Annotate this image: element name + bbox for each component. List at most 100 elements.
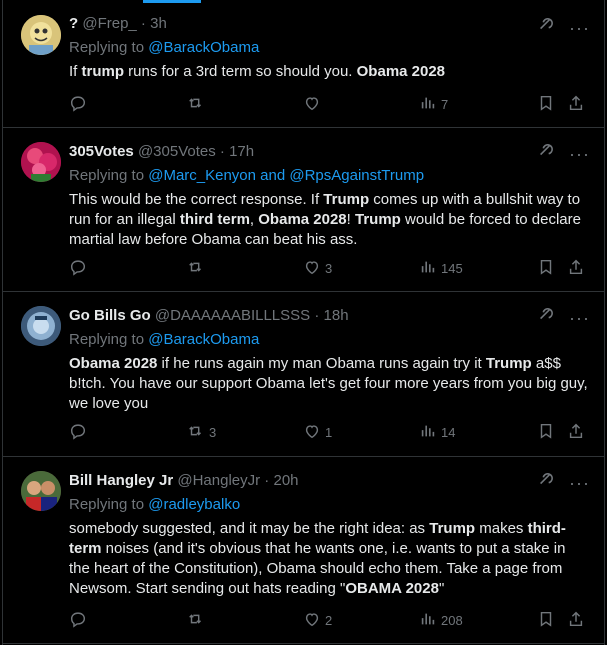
highlighted-keyword: trump — [81, 63, 125, 80]
more-icon[interactable]: ··· — [569, 19, 590, 37]
replying-to: Replying to @Marc_Kenyon and @RpsAgainst… — [69, 166, 590, 186]
views-button[interactable]: 208 — [419, 610, 463, 631]
replying-label: Replying to — [69, 496, 149, 513]
handle[interactable]: @305Votes — [138, 143, 216, 160]
bookmark-icon — [537, 610, 555, 631]
highlighted-keyword: Obama 2028 — [258, 211, 347, 228]
reply-button[interactable] — [69, 610, 91, 631]
text-run: noises (and it's obvious that he wants o… — [69, 540, 566, 597]
reply-button[interactable] — [69, 422, 91, 443]
views-button[interactable]: 145 — [419, 258, 463, 279]
retweet-icon — [187, 258, 205, 279]
like-button[interactable]: 1 — [303, 422, 332, 443]
bookmark-icon — [537, 94, 555, 115]
timestamp[interactable]: 18h — [324, 307, 349, 324]
retweet-icon — [187, 422, 205, 443]
views-count: 7 — [441, 97, 449, 112]
text-run: " — [438, 580, 445, 597]
replying-mention[interactable]: @Marc_Kenyon and @RpsAgainstTrump — [148, 167, 424, 184]
retweet-button[interactable] — [187, 258, 209, 279]
views-button[interactable]: 14 — [419, 422, 455, 443]
action-bar: 2 208 — [69, 610, 590, 630]
views-button[interactable]: 7 — [419, 94, 448, 115]
display-name[interactable]: Bill Hangley Jr — [69, 472, 173, 489]
tweet-text: Obama 2028 if he runs again my man Obama… — [69, 354, 590, 414]
replying-to: Replying to @radleybalko — [69, 495, 590, 515]
bookmark-button[interactable] — [537, 94, 555, 115]
share-icon — [567, 422, 585, 443]
like-icon — [303, 610, 321, 631]
grok-icon[interactable] — [537, 471, 555, 494]
highlighted-keyword: Trump — [355, 211, 401, 228]
display-name[interactable]: 305Votes — [69, 143, 134, 160]
like-button[interactable] — [303, 94, 325, 115]
text-run: This would be the correct response. If — [69, 191, 324, 208]
retweet-button[interactable] — [187, 94, 209, 115]
bookmark-button[interactable] — [537, 258, 555, 279]
tweet-1[interactable]: ? @Frep_ · 3h Replying to @BarackObama I… — [3, 0, 604, 128]
handle[interactable]: @HangleyJr — [177, 472, 260, 489]
tweet-4[interactable]: Bill Hangley Jr @HangleyJr · 20h Replyin… — [3, 457, 604, 644]
highlighted-keyword: Trump — [323, 191, 370, 208]
tweet-header: ? @Frep_ · 3h — [69, 15, 167, 32]
share-icon — [567, 610, 585, 631]
more-icon[interactable]: ··· — [569, 474, 590, 492]
avatar[interactable] — [21, 471, 61, 511]
handle[interactable]: @Frep_ — [82, 15, 136, 32]
replying-mention[interactable]: @BarackObama — [148, 331, 259, 348]
retweet-button[interactable] — [187, 610, 209, 631]
tweet-text: This would be the correct response. If T… — [69, 190, 590, 250]
retweet-icon — [187, 94, 205, 115]
reply-icon — [69, 258, 87, 279]
tweet-3[interactable]: Go Bills Go @DAAAAAABILLLSSS · 18h Reply… — [3, 292, 604, 457]
more-icon[interactable]: ··· — [569, 309, 590, 327]
tweet-top-icons: ··· — [537, 16, 590, 39]
avatar[interactable] — [21, 15, 61, 55]
replying-label: Replying to — [69, 39, 149, 56]
bookmark-button[interactable] — [537, 422, 555, 443]
avatar[interactable] — [21, 306, 61, 346]
display-name[interactable]: Go Bills Go — [69, 307, 151, 324]
timestamp[interactable]: 3h — [150, 15, 167, 32]
grok-icon[interactable] — [537, 306, 555, 329]
grok-icon[interactable] — [537, 142, 555, 165]
replying-mention[interactable]: @BarackObama — [148, 39, 259, 56]
share-icon — [567, 258, 585, 279]
highlighted-keyword: Obama 2028 — [356, 63, 446, 80]
column-border-right — [604, 0, 605, 645]
reply-feed: ? @Frep_ · 3h Replying to @BarackObama I… — [3, 0, 604, 644]
timestamp[interactable]: 17h — [229, 143, 254, 160]
views-icon — [419, 258, 437, 279]
replying-label: Replying to — [69, 167, 149, 184]
bookmark-icon — [537, 422, 555, 443]
text-run: , — [249, 211, 259, 228]
tweet-top-icons: ··· — [537, 306, 590, 329]
share-button[interactable] — [567, 422, 585, 443]
likes-count: 1 — [325, 425, 333, 440]
action-bar: 3 145 — [69, 258, 590, 278]
reply-button[interactable] — [69, 94, 91, 115]
share-button[interactable] — [567, 94, 585, 115]
share-button[interactable] — [567, 258, 585, 279]
timestamp[interactable]: 20h — [273, 472, 298, 489]
grok-icon[interactable] — [537, 16, 555, 39]
replying-mention[interactable]: @radleybalko — [148, 496, 240, 513]
handle[interactable]: @DAAAAAABILLLSSS — [155, 307, 310, 324]
retweet-button[interactable]: 3 — [187, 422, 216, 443]
tweet-2[interactable]: 305Votes @305Votes · 17h Replying to @Ma… — [3, 128, 604, 292]
like-button[interactable]: 3 — [303, 258, 332, 279]
bookmark-button[interactable] — [537, 610, 555, 631]
reply-button[interactable] — [69, 258, 91, 279]
like-button[interactable]: 2 — [303, 610, 332, 631]
views-icon — [419, 610, 437, 631]
retweets-count: 3 — [209, 425, 217, 440]
more-icon[interactable]: ··· — [569, 145, 590, 163]
text-run: somebody suggested, and it may be the ri… — [69, 520, 430, 537]
retweet-icon — [187, 610, 205, 631]
reply-icon — [69, 94, 87, 115]
share-button[interactable] — [567, 610, 585, 631]
avatar[interactable] — [21, 142, 61, 182]
tweet-header: Go Bills Go @DAAAAAABILLLSSS · 18h — [69, 307, 349, 324]
display-name[interactable]: ? — [69, 15, 78, 32]
replying-to: Replying to @BarackObama — [69, 330, 590, 350]
